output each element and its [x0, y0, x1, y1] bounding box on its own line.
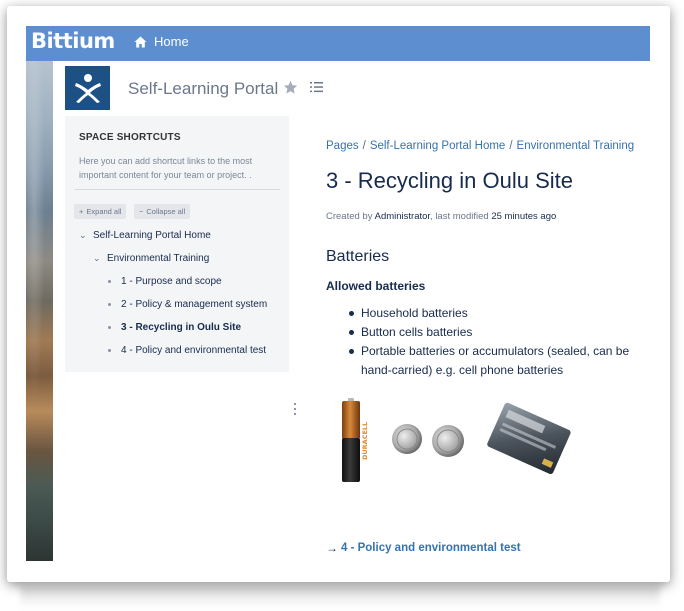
allowed-batteries-list: Household batteries Button cells batteri… [349, 304, 649, 380]
space-title[interactable]: Self-Learning Portal [128, 79, 278, 99]
tree-item-recycling-oulu[interactable]: 3 - Recycling in Oulu Site [108, 322, 241, 333]
byline-modified-label: , last modified [430, 211, 489, 222]
breadcrumb-portal-home[interactable]: Self-Learning Portal Home [370, 140, 506, 152]
byline-created-label: Created by [326, 211, 373, 222]
tree-item-policy-management[interactable]: 2 - Policy & management system [108, 299, 267, 310]
page-title: 3 - Recycling in Oulu Site [326, 168, 573, 193]
chevron-down-icon[interactable]: ⌄ [79, 230, 87, 241]
bullet-icon [108, 326, 111, 329]
tree-item-label: 3 - Recycling in Oulu Site [121, 322, 242, 333]
byline-author[interactable]: Administrator [375, 211, 430, 222]
home-link[interactable]: Home [134, 34, 189, 49]
top-navigation-bar: Bittium Home [26, 26, 650, 61]
background-landscape-image [26, 61, 53, 561]
tree-item-label: Environmental Training [107, 253, 210, 264]
list-item: Portable batteries or accumulators (seal… [349, 342, 649, 380]
tree-item-portal-home[interactable]: ⌄ Self-Learning Portal Home [79, 230, 211, 241]
breadcrumb-separator: / [362, 140, 366, 152]
batteries-image: DURACELL [342, 398, 571, 482]
next-page-link-label[interactable]: 4 - Policy and environmental test [341, 542, 521, 554]
tree-item-environmental-training[interactable]: ⌄ Environmental Training [93, 253, 209, 264]
expand-all-label: Expand all [86, 207, 122, 216]
bittium-logo[interactable]: Bittium [31, 29, 115, 53]
tree-item-policy-test[interactable]: 4 - Policy and environmental test [108, 345, 266, 356]
aa-battery-icon: DURACELL [342, 398, 369, 482]
phone-battery-icon [487, 402, 571, 475]
space-shortcuts-description: Here you can add shortcut links to the m… [79, 156, 253, 180]
breadcrumb-pages[interactable]: Pages [326, 140, 359, 152]
plus-icon: + [79, 207, 84, 216]
star-icon[interactable] [283, 80, 298, 95]
collapse-all-label: Collapse all [146, 207, 186, 216]
tree-item-label: Self-Learning Portal Home [93, 230, 211, 241]
breadcrumb-separator: / [509, 140, 513, 152]
list-item: Button cells batteries [349, 323, 649, 342]
battery-brand-label: DURACELL [361, 422, 369, 460]
space-sidebar: SPACE SHORTCUTS Here you can add shortcu… [65, 116, 289, 372]
home-label: Home [154, 34, 189, 49]
arrow-right-icon: → [326, 541, 338, 555]
next-page-link[interactable]: → 4 - Policy and environmental test [326, 541, 521, 555]
tree-item-label: 2 - Policy & management system [121, 299, 268, 310]
space-menu-icon[interactable] [310, 80, 324, 94]
bullet-icon [108, 280, 111, 283]
space-logo[interactable] [65, 66, 110, 110]
bullet-icon [108, 349, 111, 352]
frame-reflection [20, 586, 660, 608]
button-cell-icon [392, 424, 464, 457]
expand-all-button[interactable]: + Expand all [74, 204, 127, 219]
home-icon [134, 36, 147, 47]
sidebar-divider [75, 189, 280, 190]
subheading-allowed-batteries: Allowed batteries [326, 279, 426, 293]
space-shortcuts-heading: SPACE SHORTCUTS [79, 132, 181, 143]
byline-modified-time[interactable]: 25 minutes ago [491, 211, 556, 222]
collapse-all-button[interactable]: − Collapse all [134, 204, 191, 219]
bullet-icon [108, 303, 111, 306]
breadcrumb: Pages / Self-Learning Portal Home / Environm… [326, 140, 634, 152]
breadcrumb-environmental-training[interactable]: Environmental Training [517, 140, 635, 152]
page-byline: Created by Administrator, last modified … [326, 211, 556, 222]
section-heading-batteries: Batteries [326, 248, 390, 265]
tree-item-label: 4 - Policy and environmental test [121, 345, 267, 356]
list-item: Household batteries [349, 304, 649, 323]
confluence-x-logo-icon [74, 74, 101, 103]
minus-icon: − [139, 207, 144, 216]
sidebar-resize-handle-icon[interactable] [293, 402, 297, 416]
tree-item-purpose-scope[interactable]: 1 - Purpose and scope [108, 276, 222, 287]
chevron-down-icon[interactable]: ⌄ [93, 253, 101, 264]
tree-item-label: 1 - Purpose and scope [121, 276, 222, 287]
